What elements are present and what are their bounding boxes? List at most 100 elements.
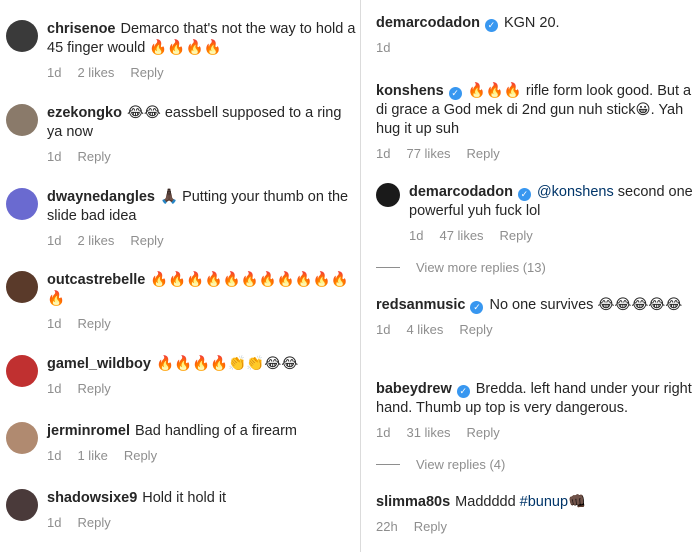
likes-count[interactable]: 4 likes bbox=[406, 322, 443, 337]
comment-text: shadowsixe9 Hold it hold it bbox=[47, 490, 227, 506]
username[interactable]: jerminromel bbox=[47, 423, 130, 439]
timestamp: 1d bbox=[47, 381, 62, 396]
comment-meta: 22h Reply bbox=[376, 519, 698, 534]
mention-link[interactable]: @konshens bbox=[537, 184, 614, 200]
verified-badge-icon: ✓ bbox=[470, 301, 484, 314]
comment-text: chrisenoe Demarco that's not the way to h… bbox=[47, 21, 356, 56]
reply-button[interactable]: Reply bbox=[124, 448, 157, 463]
reply-button[interactable]: Reply bbox=[77, 316, 110, 331]
reply-button[interactable]: Reply bbox=[459, 322, 492, 337]
comment-meta: 1d 4 likes Reply bbox=[376, 322, 698, 337]
reply-button[interactable]: Reply bbox=[467, 425, 500, 440]
likes-count[interactable]: 31 likes bbox=[406, 425, 450, 440]
timestamp: 1d bbox=[47, 65, 62, 80]
comment-meta: 1d Reply bbox=[47, 149, 356, 164]
comment-item: jerminromel Bad handling of a firearm 1d 1… bbox=[6, 422, 356, 463]
comment-text: outcastrebelle 🔥🔥🔥🔥🔥🔥🔥🔥🔥🔥🔥🔥 bbox=[47, 272, 349, 307]
comment-item: gamel_wildboy 🔥🔥🔥🔥👏👏😂😂 1d Reply bbox=[6, 355, 356, 396]
reply-button[interactable]: Reply bbox=[77, 149, 110, 164]
comment-item: slimma80s Maddddd #bunup👊🏿 22h Reply bbox=[376, 493, 698, 534]
username[interactable]: ezekongko bbox=[47, 105, 122, 121]
comment-meta: 1d Reply bbox=[47, 316, 356, 331]
comment-meta: 1d bbox=[376, 40, 696, 55]
avatar[interactable] bbox=[376, 183, 400, 207]
timestamp: 1d bbox=[376, 146, 391, 161]
hashtag-link[interactable]: #bunup bbox=[520, 494, 568, 510]
username[interactable]: shadowsixe9 bbox=[47, 490, 137, 506]
comment-meta: 1d 31 likes Reply bbox=[376, 425, 698, 440]
timestamp: 1d bbox=[47, 448, 62, 463]
avatar[interactable] bbox=[6, 355, 38, 387]
comment-item: ezekongko 😂😂 eassbell supposed to a ring … bbox=[6, 104, 356, 164]
comment-item: dwaynedangles 🙏🏿 Putting your thumb on th… bbox=[6, 188, 356, 248]
comment-text: konshens ✓ 🔥🔥🔥 rifle form look good. But a… bbox=[376, 83, 692, 137]
verified-badge-icon: ✓ bbox=[517, 188, 531, 201]
reply-button[interactable]: Reply bbox=[130, 65, 163, 80]
username[interactable]: slimma80s bbox=[376, 494, 450, 510]
comment-item: konshens ✓ 🔥🔥🔥 rifle form look good. But a… bbox=[376, 82, 698, 161]
comment-text: dwaynedangles 🙏🏿 Putting your thumb on th… bbox=[47, 189, 349, 224]
username[interactable]: babeydrew bbox=[376, 381, 452, 397]
timestamp: 1d bbox=[47, 149, 62, 164]
username[interactable]: redsanmusic bbox=[376, 297, 465, 313]
verified-badge-icon: ✓ bbox=[448, 87, 462, 100]
comment-text: demarcodadon ✓ @konshens second one powerf… bbox=[409, 184, 693, 219]
comment-meta: 1d 2 likes Reply bbox=[47, 233, 356, 248]
username[interactable]: dwaynedangles bbox=[47, 189, 155, 205]
divider-line bbox=[376, 464, 400, 465]
timestamp: 1d bbox=[409, 228, 424, 243]
comment-text: slimma80s Maddddd #bunup👊🏿 bbox=[376, 494, 587, 510]
reply-item: demarcodadon ✓ @konshens second one powerf… bbox=[376, 183, 698, 243]
likes-count[interactable]: 47 likes bbox=[439, 228, 483, 243]
likes-count[interactable]: 2 likes bbox=[77, 65, 114, 80]
timestamp: 1d bbox=[47, 233, 62, 248]
username[interactable]: demarcodadon bbox=[409, 184, 513, 200]
comment-meta: 1d 77 likes Reply bbox=[376, 146, 698, 161]
comments-screen: chrisenoe Demarco that's not the way to h… bbox=[0, 0, 700, 552]
avatar[interactable] bbox=[6, 422, 38, 454]
likes-count[interactable]: 1 like bbox=[77, 448, 107, 463]
comment-meta: 1d 47 likes Reply bbox=[409, 228, 698, 243]
comment-item: shadowsixe9 Hold it hold it 1d Reply bbox=[6, 489, 356, 530]
avatar[interactable] bbox=[6, 188, 38, 220]
comment-item: babeydrew ✓ Bredda. left hand under your r… bbox=[376, 380, 698, 440]
username[interactable]: demarcodadon bbox=[376, 15, 480, 31]
caption-item: demarcodadon ✓ KGN 20. 1d bbox=[376, 14, 696, 55]
reply-button[interactable]: Reply bbox=[77, 381, 110, 396]
username[interactable]: gamel_wildboy bbox=[47, 356, 151, 372]
avatar[interactable] bbox=[6, 271, 38, 303]
timestamp: 1d bbox=[47, 515, 62, 530]
comment-meta: 1d Reply bbox=[47, 515, 356, 530]
avatar[interactable] bbox=[6, 489, 38, 521]
comment-item: outcastrebelle 🔥🔥🔥🔥🔥🔥🔥🔥🔥🔥🔥🔥 1d Reply bbox=[6, 271, 356, 331]
likes-count[interactable]: 2 likes bbox=[77, 233, 114, 248]
verified-badge-icon: ✓ bbox=[456, 385, 470, 398]
view-replies-button[interactable]: View replies (4) bbox=[376, 457, 505, 472]
reply-button[interactable]: Reply bbox=[500, 228, 533, 243]
username[interactable]: chrisenoe bbox=[47, 21, 116, 37]
username[interactable]: outcastrebelle bbox=[47, 272, 145, 288]
reply-button[interactable]: Reply bbox=[467, 146, 500, 161]
left-comment-column: chrisenoe Demarco that's not the way to h… bbox=[0, 0, 360, 552]
comment-item: chrisenoe Demarco that's not the way to h… bbox=[6, 20, 356, 80]
comment-text: ezekongko 😂😂 eassbell supposed to a ring … bbox=[47, 105, 342, 140]
fist-emoji-icon: 👊🏿 bbox=[568, 494, 587, 510]
timestamp: 1d bbox=[376, 40, 391, 55]
timestamp: 1d bbox=[47, 316, 62, 331]
reply-button[interactable]: Reply bbox=[414, 519, 447, 534]
timestamp: 22h bbox=[376, 519, 398, 534]
comment-meta: 1d 2 likes Reply bbox=[47, 65, 356, 80]
comment-text: redsanmusic ✓ No one survives 😂😂😂😂😂 bbox=[376, 297, 683, 314]
reply-button[interactable]: Reply bbox=[77, 515, 110, 530]
likes-count[interactable]: 77 likes bbox=[406, 146, 450, 161]
avatar[interactable] bbox=[6, 20, 38, 52]
view-more-replies-button[interactable]: View more replies (13) bbox=[376, 260, 546, 275]
comment-text: babeydrew ✓ Bredda. left hand under your r… bbox=[376, 381, 692, 416]
timestamp: 1d bbox=[376, 322, 391, 337]
reply-button[interactable]: Reply bbox=[130, 233, 163, 248]
avatar[interactable] bbox=[6, 104, 38, 136]
username[interactable]: konshens bbox=[376, 83, 444, 99]
divider-line bbox=[376, 267, 400, 268]
comment-text: gamel_wildboy 🔥🔥🔥🔥👏👏😂😂 bbox=[47, 356, 299, 372]
comment-item: redsanmusic ✓ No one survives 😂😂😂😂😂 1d 4 li… bbox=[376, 296, 698, 337]
